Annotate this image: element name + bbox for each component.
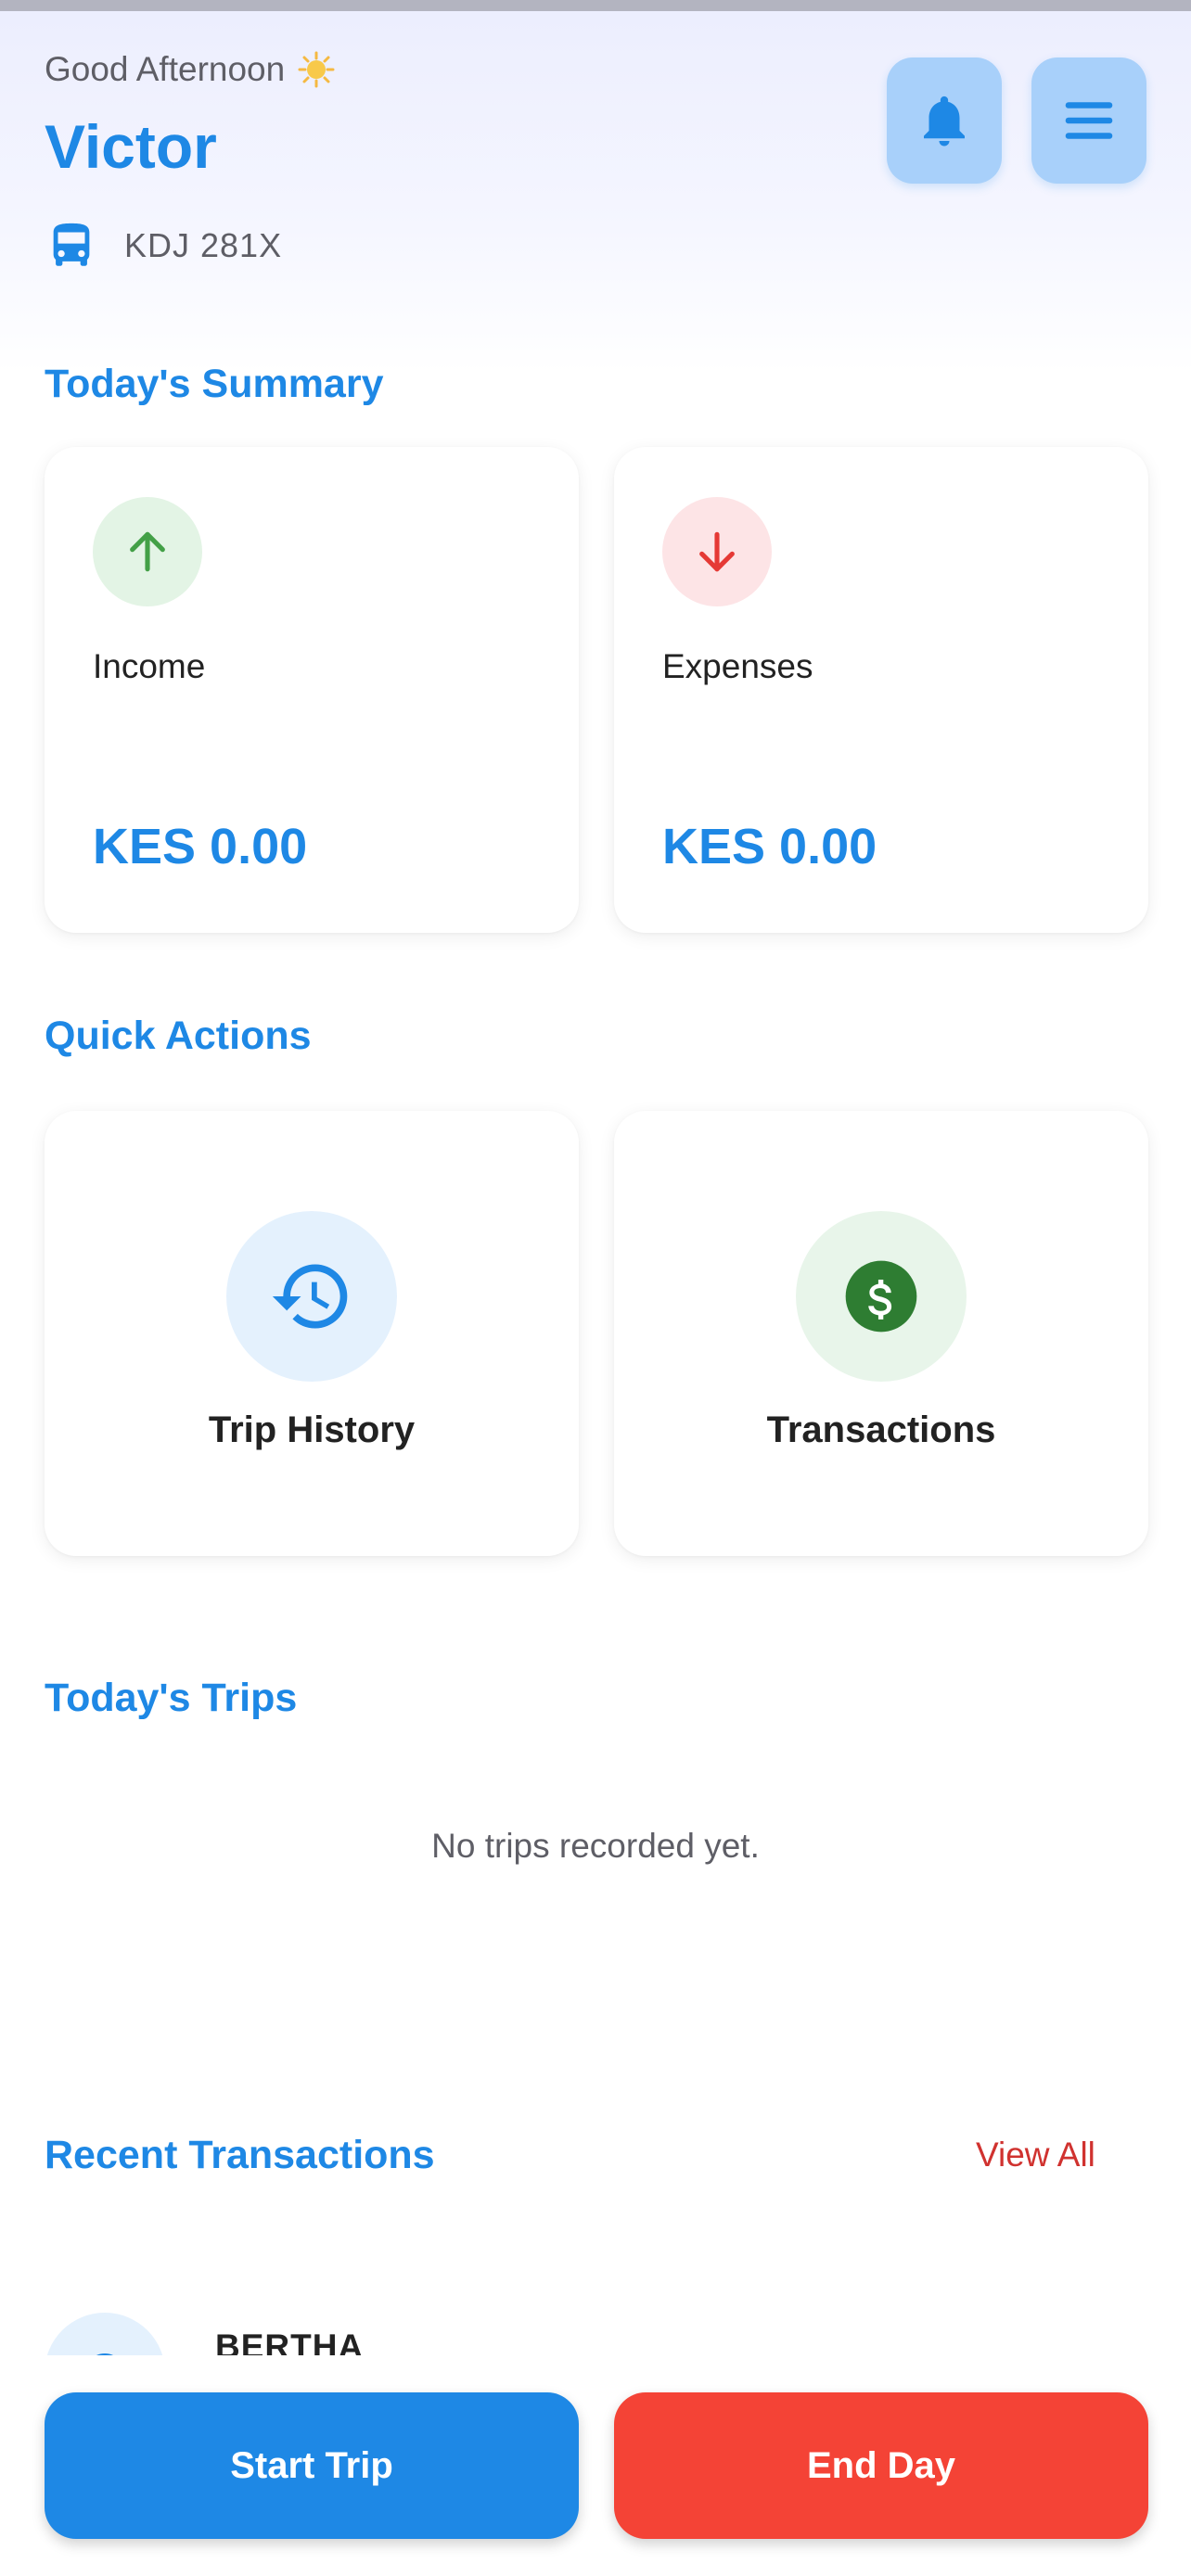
vehicle-info: KDJ 281X: [45, 219, 282, 273]
end-day-button[interactable]: End Day: [614, 2392, 1148, 2539]
view-all-link[interactable]: View All: [976, 2136, 1095, 2174]
start-trip-button[interactable]: Start Trip: [45, 2392, 579, 2539]
history-icon-circle: [226, 1211, 397, 1382]
transaction-avatar: [45, 2313, 165, 2355]
greeting-text: Good Afternoon: [45, 50, 286, 88]
status-strip: [0, 0, 1191, 11]
transactions-button[interactable]: Transactions: [614, 1111, 1148, 1556]
summary-title: Today's Summary: [45, 362, 384, 406]
greeting: Good Afternoon: [45, 50, 335, 89]
empty-trips-message: No trips recorded yet.: [431, 1827, 760, 1865]
transaction-row[interactable]: BERTHA: [45, 2307, 1148, 2355]
menu-button[interactable]: [1031, 57, 1146, 184]
quick-actions-title: Quick Actions: [45, 1014, 312, 1058]
expenses-icon-circle: [662, 497, 772, 606]
expenses-label: Expenses: [662, 647, 813, 685]
dollar-icon-circle: [796, 1211, 967, 1382]
transactions-label: Transactions: [766, 1409, 996, 1450]
home-screen: Good Afternoon Victor KDJ 281X Today's S…: [0, 0, 1191, 2576]
expenses-amount: KES 0.00: [662, 819, 877, 874]
arrow-down-icon: [699, 531, 735, 572]
transaction-name: BERTHA: [215, 2327, 365, 2355]
driver-name: Victor: [45, 112, 217, 181]
income-amount: KES 0.00: [93, 819, 308, 874]
plate-number: KDJ 281X: [124, 226, 283, 264]
sun-emoji-icon: [298, 51, 335, 88]
dollar-icon: [845, 1260, 917, 1333]
income-label: Income: [93, 647, 206, 685]
income-icon-circle: [93, 497, 202, 606]
menu-icon: [1065, 102, 1113, 139]
todays-trips-title: Today's Trips: [45, 1676, 298, 1720]
expenses-card[interactable]: Expenses KES 0.00: [614, 447, 1148, 933]
trip-history-button[interactable]: Trip History: [45, 1111, 579, 1556]
bell-icon: [924, 96, 965, 147]
arrow-up-icon: [130, 531, 165, 572]
notifications-button[interactable]: [887, 57, 1002, 184]
trip-history-label: Trip History: [208, 1409, 416, 1450]
bus-icon: [53, 223, 90, 266]
recent-transactions-title: Recent Transactions: [45, 2133, 435, 2177]
header: Good Afternoon Victor KDJ 281X: [0, 11, 1191, 373]
history-icon: [272, 1264, 348, 1329]
income-card[interactable]: Income KES 0.00: [45, 447, 579, 933]
bottom-action-bar: Start Trip End Day: [0, 2355, 1191, 2576]
